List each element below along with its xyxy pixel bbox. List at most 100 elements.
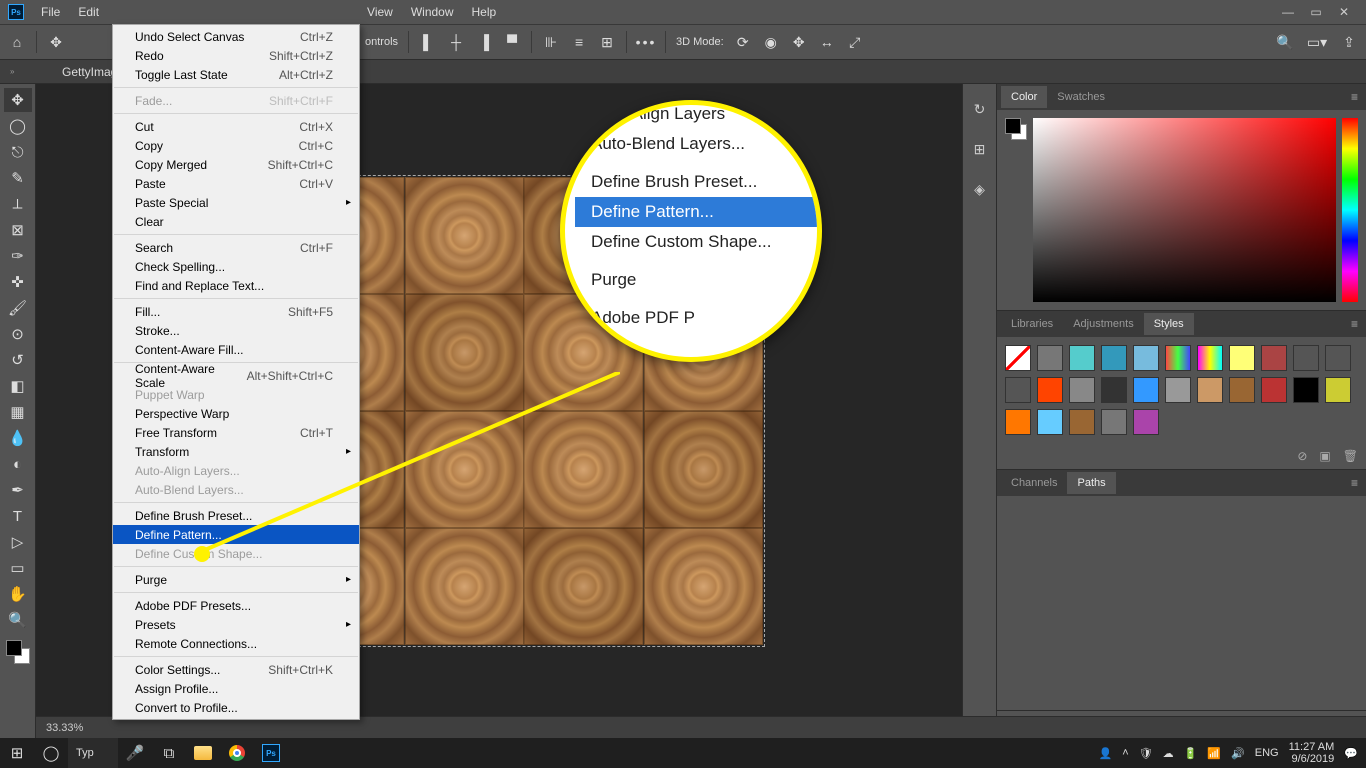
- menu-item-assign-profile[interactable]: Assign Profile...: [113, 679, 359, 698]
- style-swatch[interactable]: [1069, 345, 1095, 371]
- tray-wifi-icon[interactable]: 📶: [1207, 747, 1221, 760]
- style-swatch[interactable]: [1165, 377, 1191, 403]
- style-swatch[interactable]: [1101, 345, 1127, 371]
- style-swatch[interactable]: [1005, 377, 1031, 403]
- menu-item-copy[interactable]: CopyCtrl+C: [113, 136, 359, 155]
- distribute-icon[interactable]: ⊞: [598, 33, 616, 51]
- menu-help[interactable]: Help: [463, 2, 506, 22]
- menu-item-purge[interactable]: Purge: [113, 570, 359, 589]
- menu-item-fill[interactable]: Fill...Shift+F5: [113, 302, 359, 321]
- distribute-v-icon[interactable]: ≡: [570, 33, 588, 51]
- blur-tool[interactable]: 💧: [4, 426, 32, 450]
- align-center-h-icon[interactable]: ┼: [447, 33, 465, 51]
- menu-item-define-pattern[interactable]: Define Pattern...: [113, 525, 359, 544]
- move-tool[interactable]: ✥: [4, 88, 32, 112]
- home-icon[interactable]: ⌂: [8, 33, 26, 51]
- chrome-icon[interactable]: [220, 738, 254, 768]
- search-box[interactable]: Typ: [68, 738, 118, 768]
- style-swatch[interactable]: [1197, 345, 1223, 371]
- hand-tool[interactable]: ✋: [4, 582, 32, 606]
- brush-tool[interactable]: 🖌: [4, 296, 32, 320]
- start-button[interactable]: ⊞: [0, 738, 34, 768]
- collapse-grip-icon[interactable]: »: [10, 67, 30, 76]
- task-view-icon[interactable]: ⧉: [152, 738, 186, 768]
- file-explorer-icon[interactable]: [186, 738, 220, 768]
- libraries-tab[interactable]: Libraries: [1001, 313, 1063, 335]
- style-swatch[interactable]: [1037, 345, 1063, 371]
- foreground-background-swatch[interactable]: [6, 640, 30, 664]
- style-swatch[interactable]: [1005, 345, 1031, 371]
- panel-menu-icon[interactable]: ≡: [1351, 317, 1358, 331]
- menu-item-copy-merged[interactable]: Copy MergedShift+Ctrl+C: [113, 155, 359, 174]
- move-tool-icon[interactable]: ✥: [47, 33, 65, 51]
- workspace-icon[interactable]: ▭▾: [1308, 33, 1326, 51]
- styles-tab[interactable]: Styles: [1144, 313, 1194, 335]
- style-swatch[interactable]: [1293, 377, 1319, 403]
- style-swatch[interactable]: [1005, 409, 1031, 435]
- menu-item-color-settings[interactable]: Color Settings...Shift+Ctrl+K: [113, 660, 359, 679]
- style-swatch[interactable]: [1325, 377, 1351, 403]
- menu-item-remote-connections[interactable]: Remote Connections...: [113, 634, 359, 653]
- gradient-tool[interactable]: ▦: [4, 400, 32, 424]
- menu-item-cut[interactable]: CutCtrl+X: [113, 117, 359, 136]
- paths-tab[interactable]: Paths: [1067, 472, 1115, 494]
- color-tab[interactable]: Color: [1001, 86, 1047, 108]
- eraser-tool[interactable]: ◧: [4, 374, 32, 398]
- delete-style-icon[interactable]: 🗑: [1343, 449, 1358, 463]
- style-swatch[interactable]: [1133, 345, 1159, 371]
- photoshop-taskbar-icon[interactable]: Ps: [254, 738, 288, 768]
- adjustments-tab[interactable]: Adjustments: [1063, 313, 1144, 335]
- marquee-tool[interactable]: ◯: [4, 114, 32, 138]
- hue-slider[interactable]: [1342, 118, 1358, 302]
- menu-item-content-aware-scale[interactable]: Content-Aware ScaleAlt+Shift+Ctrl+C: [113, 366, 359, 385]
- rectangle-tool[interactable]: ▭: [4, 556, 32, 580]
- healing-tool[interactable]: ✜: [4, 270, 32, 294]
- tray-notifications-icon[interactable]: 💬: [1344, 747, 1358, 760]
- 3d-pan-icon[interactable]: ✥: [790, 33, 808, 51]
- search-icon[interactable]: 🔍: [1276, 33, 1294, 51]
- window-close[interactable]: ✕: [1330, 5, 1358, 19]
- frame-tool[interactable]: ⊠: [4, 218, 32, 242]
- dodge-tool[interactable]: ◐: [4, 452, 32, 476]
- path-select-tool[interactable]: ▷: [4, 530, 32, 554]
- paths-list[interactable]: [997, 496, 1366, 710]
- 3d-slide-icon[interactable]: ↔: [818, 33, 836, 51]
- new-style-icon[interactable]: ▣: [1319, 449, 1330, 463]
- menu-item-redo[interactable]: RedoShift+Ctrl+Z: [113, 46, 359, 65]
- 3d-orbit-icon[interactable]: ⟳: [734, 33, 752, 51]
- tray-lang[interactable]: ENG: [1255, 747, 1279, 759]
- window-restore[interactable]: ▭: [1302, 5, 1330, 19]
- menu-item-paste[interactable]: PasteCtrl+V: [113, 174, 359, 193]
- properties-panel-icon[interactable]: ⊞: [969, 138, 991, 160]
- type-tool[interactable]: T: [4, 504, 32, 528]
- layers-panel-icon[interactable]: ◈: [969, 178, 991, 200]
- tray-up-icon[interactable]: ˄: [1122, 747, 1128, 759]
- menu-item-toggle-last-state[interactable]: Toggle Last StateAlt+Ctrl+Z: [113, 65, 359, 84]
- menu-edit[interactable]: Edit: [69, 2, 108, 22]
- share-icon[interactable]: ⇪: [1340, 33, 1358, 51]
- menu-item-stroke[interactable]: Stroke...: [113, 321, 359, 340]
- tray-people-icon[interactable]: 👤: [1099, 747, 1113, 760]
- style-swatch[interactable]: [1325, 345, 1351, 371]
- align-right-icon[interactable]: ▐: [475, 33, 493, 51]
- style-swatch[interactable]: [1133, 377, 1159, 403]
- menu-window[interactable]: Window: [402, 2, 463, 22]
- 3d-roll-icon[interactable]: ◉: [762, 33, 780, 51]
- menu-item-paste-special[interactable]: Paste Special: [113, 193, 359, 212]
- style-swatch[interactable]: [1197, 377, 1223, 403]
- menu-item-define-brush-preset[interactable]: Define Brush Preset...: [113, 506, 359, 525]
- cortana-icon[interactable]: ◯: [34, 738, 68, 768]
- crop-tool[interactable]: ⟂: [4, 192, 32, 216]
- panel-menu-icon[interactable]: ≡: [1351, 90, 1358, 104]
- tray-cloud-icon[interactable]: ☁: [1163, 747, 1174, 760]
- clone-tool[interactable]: ⊙: [4, 322, 32, 346]
- menu-item-clear[interactable]: Clear: [113, 212, 359, 231]
- menu-item-transform[interactable]: Transform: [113, 442, 359, 461]
- history-panel-icon[interactable]: ↻: [969, 98, 991, 120]
- menu-item-find-and-replace-text[interactable]: Find and Replace Text...: [113, 276, 359, 295]
- zoom-tool[interactable]: 🔍: [4, 608, 32, 632]
- mic-icon[interactable]: 🎤: [118, 738, 152, 768]
- style-swatch[interactable]: [1101, 409, 1127, 435]
- style-swatch[interactable]: [1261, 377, 1287, 403]
- style-swatch[interactable]: [1261, 345, 1287, 371]
